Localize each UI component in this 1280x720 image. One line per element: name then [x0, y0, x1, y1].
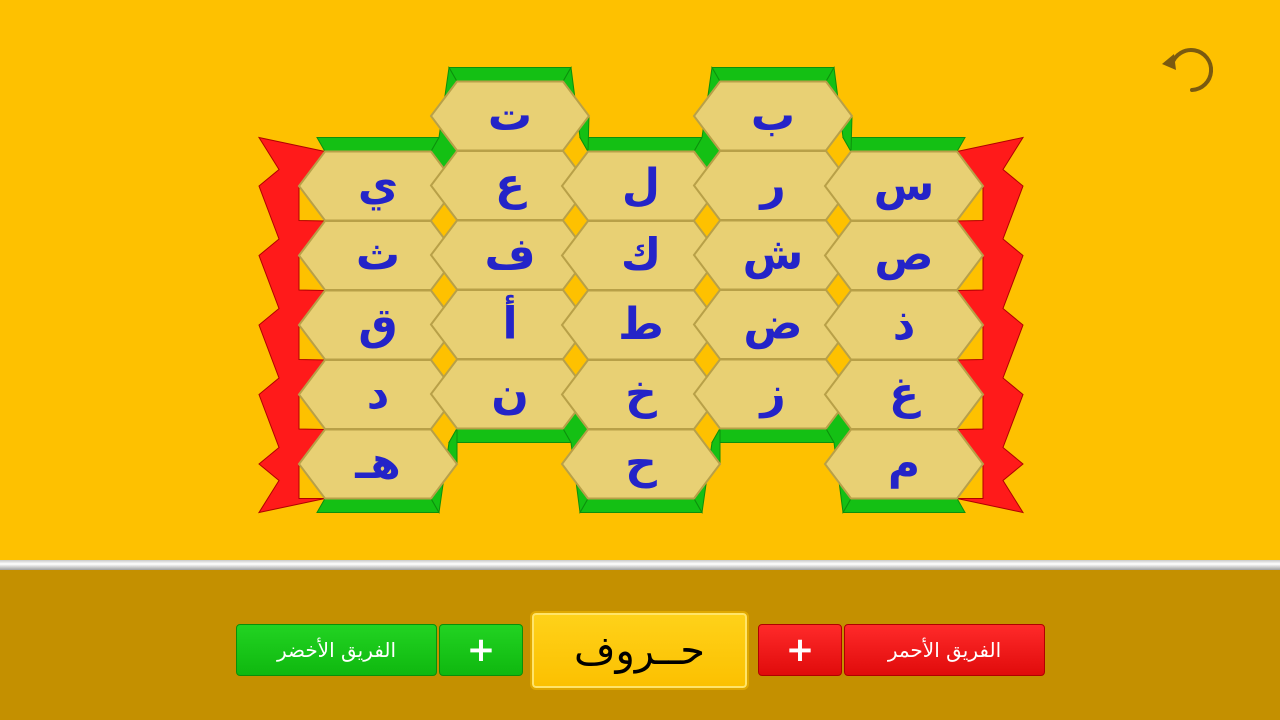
hex-letter: ر: [758, 160, 785, 211]
green-border-bottom: [711, 428, 835, 443]
hex-letter: أ: [502, 295, 517, 350]
divider: [0, 560, 1280, 570]
green-border-top: [448, 67, 572, 82]
hex-letter: ك: [621, 230, 661, 281]
hex-letter: س: [874, 160, 935, 211]
hex-letter: ح: [625, 438, 657, 489]
green-border-top: [579, 137, 703, 152]
hex-cell[interactable]: ذ: [823, 289, 985, 361]
hex-cell[interactable]: ح: [560, 428, 722, 500]
red-team-button[interactable]: الفريق الأحمر: [844, 624, 1045, 676]
hex-letter: ب: [751, 90, 795, 141]
hex-letter: ذ: [893, 299, 916, 350]
hex-letter: ت: [488, 90, 532, 141]
green-plus-button[interactable]: +: [439, 624, 523, 676]
hex-cell[interactable]: هـ: [297, 428, 459, 500]
green-border-bottom: [448, 428, 572, 443]
hex-cell[interactable]: س: [823, 150, 985, 222]
hex-letter: ن: [491, 368, 529, 419]
green-border-bottom: [579, 498, 703, 513]
hex-letter: ض: [743, 299, 802, 350]
green-border-top: [711, 67, 835, 82]
hex-cell[interactable]: ب: [692, 80, 854, 152]
green-border-bottom: [316, 498, 440, 513]
hex-cell[interactable]: ص: [823, 220, 985, 291]
hex-letter: ل: [622, 160, 660, 211]
hex-cell[interactable]: غ: [823, 359, 985, 430]
hex-letter: م: [888, 438, 920, 489]
hex-letter: ش: [743, 229, 804, 280]
hex-letter: ف: [484, 229, 535, 280]
hex-letter: خ: [625, 369, 657, 420]
hex-letter: ي: [358, 160, 398, 211]
hex-letter: غ: [889, 369, 921, 420]
green-border-top: [316, 137, 440, 152]
hex-letter: هـ: [354, 438, 401, 489]
hex-letter: ق: [358, 299, 397, 350]
hex-cell[interactable]: ت: [429, 80, 591, 152]
hex-board: يثقد هـ تعفأن لكطخح برشضز سصذغم: [257, 65, 1025, 515]
hex-letter: ط: [618, 299, 664, 350]
hex-letter: د: [367, 369, 390, 420]
hex-letter: ص: [874, 230, 933, 281]
hex-cell[interactable]: م: [823, 428, 985, 500]
hex-letter: ع: [495, 160, 527, 211]
game-title[interactable]: حــروف: [530, 611, 749, 690]
hex-letter: ث: [356, 230, 400, 281]
green-border-top: [842, 137, 966, 152]
green-border-bottom: [842, 498, 966, 513]
red-plus-button[interactable]: +: [758, 624, 842, 676]
green-team-button[interactable]: الفريق الأخضر: [236, 624, 437, 676]
hex-letter: ز: [758, 368, 785, 419]
